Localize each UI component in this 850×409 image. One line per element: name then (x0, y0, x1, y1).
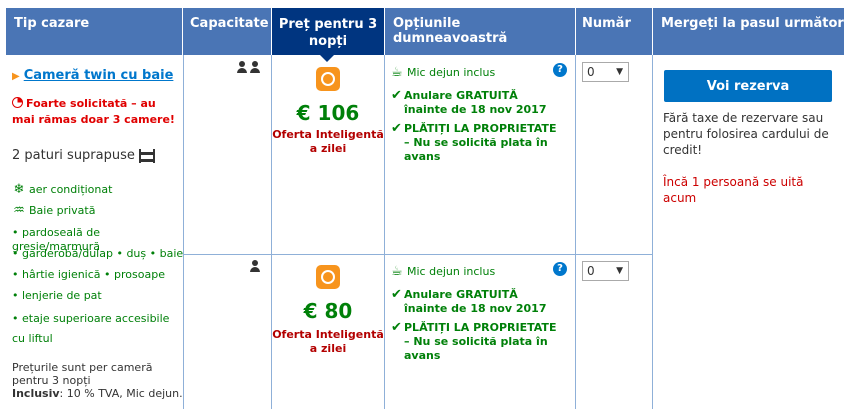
shower-icon: ♒ (13, 203, 25, 218)
header-room-type-label: Tip cazare (14, 16, 90, 31)
facility-text: • garderobă/dulap • duș • baie (12, 247, 184, 260)
price: € 106 (296, 101, 360, 125)
header-capacity: Capacitate (183, 8, 271, 55)
payment-option: ✔ PLĂTIȚI LA PROPRIETATE – Nu se solicită… (391, 321, 569, 363)
no-fees-note: Fără taxe de rezervare sau pentru folosi… (663, 111, 829, 157)
header-options: Opțiunile dumneavoastră (385, 8, 575, 55)
payment-title: PLĂTIȚI LA PROPRIETATE (404, 122, 557, 135)
cancellation-date: înainte de 18 nov 2017 (404, 302, 547, 315)
cancellation-title: Anulare GRATUITĂ (404, 288, 518, 301)
dropdown-arrow-icon: ▼ (616, 266, 623, 276)
facility-item: ♒ Baie privată (12, 204, 184, 218)
check-icon: ✔ (391, 88, 402, 103)
facility-item: • garderobă/dulap • duș • baie (12, 247, 184, 261)
sort-arrow-icon (320, 55, 334, 62)
smart-deal-badge-icon (316, 265, 340, 289)
facility-item: ❄ aer condiționat (12, 183, 184, 197)
room-count-select[interactable]: 0 ▼ (582, 62, 629, 82)
help-icon[interactable]: ? (553, 63, 567, 77)
header-price-label: Preț pentru 3 nopți (278, 17, 378, 49)
row-divider (183, 254, 652, 255)
payment-detail: – Nu se solicită plata în avans (404, 335, 548, 362)
facility-item: • hârtie igienică • prosoape (12, 268, 184, 282)
included-value: : 10 % TVA, Mic dejun. (59, 387, 183, 400)
deal-label: Oferta Inteligentă a zilei (272, 328, 384, 355)
check-icon: ✔ (391, 121, 402, 136)
payment-detail: – Nu se solicită plata în avans (404, 136, 548, 163)
breakfast-option: ☕ Mic dejun inclus (391, 265, 569, 279)
divider (575, 55, 576, 409)
prices-note-text: Prețurile sunt per cameră pentru 3 nopți (12, 361, 153, 387)
bullet-arrow-icon: ▶ (12, 71, 20, 82)
divider (652, 55, 653, 409)
room-title-link[interactable]: Cameră twin cu baie (24, 68, 174, 83)
person-icon (249, 61, 261, 73)
breakfast-text: Mic dejun inclus (407, 265, 496, 278)
header-room-type: Tip cazare (6, 8, 182, 55)
facility-text: • etaje superioare accesibile cu liftul (12, 312, 170, 345)
breakfast-text: Mic dejun inclus (407, 66, 496, 79)
coffee-cup-icon: ☕ (391, 65, 403, 80)
header-price[interactable]: Preț pentru 3 nopți (272, 8, 384, 55)
payment-option: ✔ PLĂTIȚI LA PROPRIETATE – Nu se solicită… (391, 122, 569, 164)
check-icon: ✔ (391, 320, 402, 335)
room-title[interactable]: ▶ Cameră twin cu baie (12, 68, 173, 83)
header-options-label: Opțiunile dumneavoastră (393, 16, 508, 46)
breakfast-option: ☕ Mic dejun inclus (391, 66, 569, 80)
urgency-text: Foarte solicitată – au mai rămas doar 3 … (12, 97, 175, 126)
pie-clock-icon (12, 97, 23, 108)
urgency-message: Foarte solicitată – au mai rămas doar 3 … (12, 96, 182, 128)
facility-text: • hârtie igienică • prosoape (12, 268, 165, 281)
bed-info-text: 2 paturi suprapuse (12, 148, 135, 163)
prices-note: Prețurile sunt per cameră pentru 3 nopți… (12, 361, 184, 400)
facility-item: • etaje superioare accesibile cu liftul (12, 309, 184, 349)
bed-info: 2 paturi suprapuse (12, 148, 156, 163)
smart-deal-badge-icon (316, 67, 340, 91)
header-capacity-label: Capacitate (190, 16, 269, 31)
header-number: Număr (576, 8, 652, 55)
divider (384, 55, 385, 409)
facility-item: • lenjerie de pat (12, 289, 184, 303)
header-next-step-label: Mergeți la pasul următor (661, 16, 844, 31)
dropdown-arrow-icon: ▼ (616, 67, 623, 77)
reserve-button[interactable]: Voi rezerva (664, 70, 832, 102)
header-number-label: Număr (582, 16, 631, 31)
cancellation-date: înainte de 18 nov 2017 (404, 103, 547, 116)
facility-text: Baie privată (29, 204, 96, 217)
facility-text: • lenjerie de pat (12, 289, 102, 302)
cancellation-option: ✔ Anulare GRATUITĂ înainte de 18 nov 2017 (391, 89, 569, 117)
person-icon (249, 260, 261, 272)
coffee-cup-icon: ☕ (391, 264, 403, 279)
deal-label: Oferta Inteligentă a zilei (272, 128, 384, 155)
check-icon: ✔ (391, 287, 402, 302)
bunk-bed-icon (138, 148, 155, 163)
room-count-value: 0 (587, 65, 595, 79)
payment-title: PLĂTIȚI LA PROPRIETATE (404, 321, 557, 334)
cancellation-title: Anulare GRATUITĂ (404, 89, 518, 102)
price: € 80 (303, 299, 353, 323)
included-label: Inclusiv (12, 387, 60, 400)
room-count-value: 0 (587, 264, 595, 278)
watching-note: Încă 1 persoană se uită acum (663, 175, 804, 205)
person-icon (236, 61, 248, 73)
facility-text: aer condiționat (29, 183, 113, 196)
help-icon[interactable]: ? (553, 262, 567, 276)
header-next-step: Mergeți la pasul următor (653, 8, 844, 55)
cancellation-option: ✔ Anulare GRATUITĂ înainte de 18 nov 2017 (391, 288, 569, 316)
snowflake-icon: ❄ (13, 182, 25, 197)
room-count-select[interactable]: 0 ▼ (582, 261, 629, 281)
